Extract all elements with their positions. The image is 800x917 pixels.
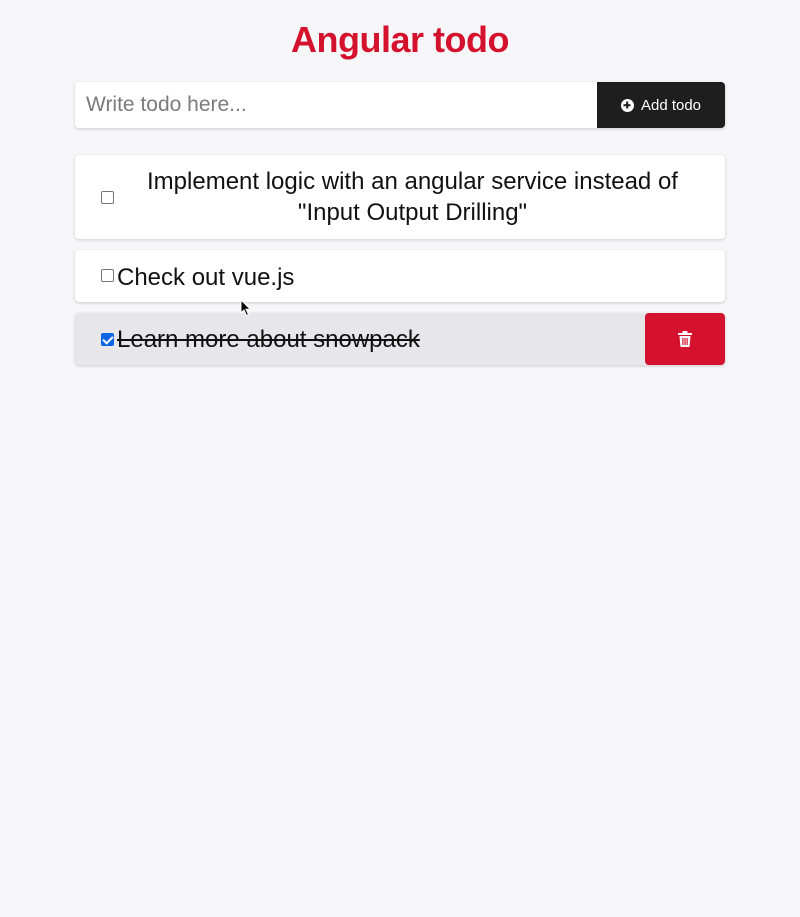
todo-text: Check out vue.js — [117, 263, 295, 291]
todo-item: Check out vue.js — [75, 250, 725, 302]
todo-item: Learn more about snowpack — [75, 313, 725, 365]
trash-icon — [678, 331, 692, 347]
todo-input[interactable] — [75, 82, 597, 128]
add-todo-form: Add todo — [75, 82, 725, 128]
todo-text: Learn more about snowpack — [117, 325, 420, 353]
delete-todo-button[interactable] — [645, 313, 725, 365]
todo-item: Implement logic with an angular service … — [75, 155, 725, 239]
add-todo-button[interactable]: Add todo — [597, 82, 725, 128]
todo-app: Angular todo Add todo Implement logic wi… — [75, 0, 725, 365]
todo-text: Implement logic with an angular service … — [147, 168, 678, 226]
mouse-cursor-icon — [240, 299, 252, 317]
plus-circle-icon — [620, 98, 634, 112]
todo-checkbox[interactable] — [101, 332, 114, 346]
todo-list: Implement logic with an angular service … — [75, 155, 725, 365]
todo-checkbox[interactable] — [101, 190, 114, 204]
page-title: Angular todo — [291, 19, 509, 60]
add-todo-label: Add todo — [640, 96, 702, 114]
todo-checkbox[interactable] — [101, 268, 114, 282]
